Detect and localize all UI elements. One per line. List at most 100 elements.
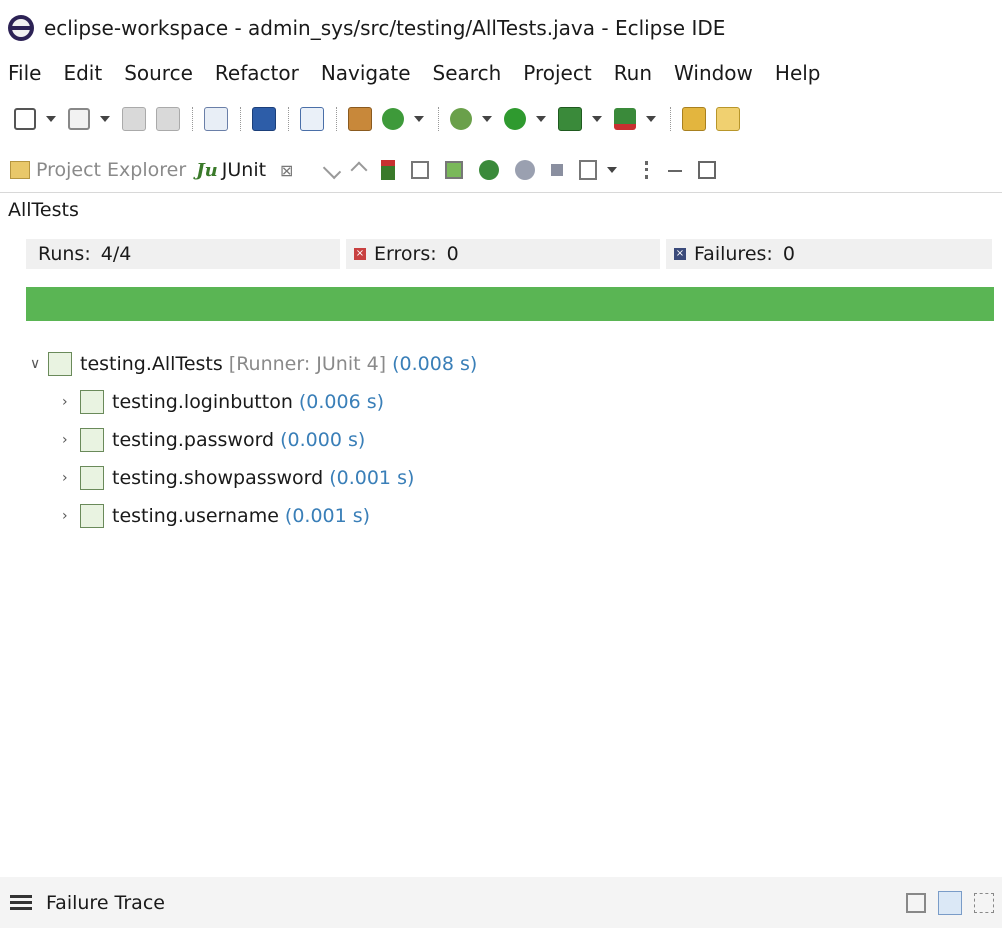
node-duration: (0.006 s) [298,391,385,413]
tree-node[interactable]: › testing.password (0.000 s) [30,421,1002,459]
error-icon: × [354,248,366,260]
open-type-icon[interactable] [716,107,740,131]
chevron-right-icon[interactable]: › [62,470,80,486]
menu-window[interactable]: Window [674,61,753,85]
node-duration: (0.001 s) [329,467,415,489]
tab-project-explorer-label: Project Explorer [36,159,187,181]
tab-junit-label: JUnit [221,159,267,181]
filter-stack-trace-icon[interactable] [938,890,962,915]
maximize-icon[interactable] [698,161,717,179]
skip-breakpoints-icon[interactable] [300,107,324,131]
junit-icon: Ju [196,159,218,181]
node-name: testing.loginbutton [112,391,293,413]
failures-value: 0 [782,243,795,265]
toolbar-separator [192,107,194,131]
progress-fill [26,287,994,321]
toolbar-separator [240,107,242,131]
toolbar-separator [438,107,440,131]
new-project-icon[interactable] [68,108,90,130]
test-counters: Runs: 4/4 × Errors: 0 × Failures: 0 [0,235,1002,273]
errors-label: Errors: [374,243,437,265]
tree-node[interactable]: › testing.loginbutton (0.006 s) [30,383,1002,421]
menu-help[interactable]: Help [775,61,821,85]
runs-label: Runs: [38,243,91,265]
node-duration: (0.000 s) [280,429,366,451]
test-suite-success-icon [48,352,72,376]
debug-dropdown-icon[interactable] [482,116,492,122]
test-suite-success-icon [80,466,104,490]
new-class-dropdown-icon[interactable] [414,116,424,122]
external-tools-dropdown-icon[interactable] [646,116,656,122]
failures-counter: × Failures: 0 [666,239,992,269]
next-failure-icon[interactable] [323,160,342,180]
failure-trace-icon [10,894,32,911]
coverage-dropdown-icon[interactable] [592,116,602,122]
show-skipped-tests-icon[interactable] [445,161,464,179]
new-file-icon[interactable] [14,108,36,130]
tree-node[interactable]: › testing.showpassword (0.001 s) [30,459,1002,497]
run-icon[interactable] [504,108,526,130]
node-name: testing.showpassword [112,467,324,489]
runs-value: 4/4 [100,243,132,265]
copy-trace-icon[interactable] [974,892,994,913]
tree-node-root[interactable]: ∨ testing.AllTests [Runner: JUnit 4] (0.… [30,345,1002,383]
binary-file-icon[interactable] [204,107,228,131]
stop-icon[interactable] [551,164,564,176]
title-bar: eclipse-workspace - admin_sys/src/testin… [0,0,1002,56]
node-name: testing.username [112,505,279,527]
root-runner: [Runner: JUnit 4] [228,353,387,375]
chevron-right-icon[interactable]: › [62,508,80,524]
toolbar-separator [670,107,672,131]
open-folder-icon[interactable] [682,107,706,131]
close-tab-icon[interactable]: ⊠ [280,161,293,180]
tree-node[interactable]: › testing.username (0.001 s) [30,497,1002,535]
test-progress-bar [26,287,994,321]
minimize-icon[interactable] [668,170,683,172]
menu-run[interactable]: Run [614,61,652,85]
new-dropdown-icon[interactable] [46,116,56,122]
debug-icon[interactable] [450,108,472,130]
toolbar-separator [336,107,338,131]
view-menu-icon[interactable] [645,161,652,179]
test-tree: ∨ testing.AllTests [Runner: JUnit 4] (0.… [0,345,1002,535]
new-class-icon[interactable] [382,108,404,130]
scroll-lock-icon[interactable] [411,161,430,179]
tab-junit[interactable]: Ju JUnit ⊠ [196,159,293,181]
test-suite-title: AllTests [8,199,79,221]
external-tools-icon[interactable] [614,108,636,130]
previous-failure-icon[interactable] [350,161,368,179]
test-suite-success-icon [80,390,104,414]
coverage-icon[interactable] [558,107,582,131]
save-icon[interactable] [122,107,146,131]
new-project-dropdown-icon[interactable] [100,116,110,122]
show-failures-only-icon[interactable] [381,160,396,180]
menu-navigate[interactable]: Navigate [321,61,411,85]
menu-file[interactable]: File [8,61,41,85]
menu-refactor[interactable]: Refactor [215,61,299,85]
new-package-icon[interactable] [348,107,372,131]
menu-edit[interactable]: Edit [63,61,102,85]
compare-results-icon[interactable] [906,892,926,913]
menu-bar: File Edit Source Refactor Navigate Searc… [0,56,1002,90]
test-run-history-icon[interactable] [579,160,598,180]
history-dropdown-icon[interactable] [607,167,618,173]
failure-trace-toolbar [894,890,994,915]
console-icon[interactable] [252,107,276,131]
menu-search[interactable]: Search [433,61,502,85]
run-dropdown-icon[interactable] [536,116,546,122]
chevron-right-icon[interactable]: › [62,394,80,410]
chevron-right-icon[interactable]: › [62,432,80,448]
rerun-test-icon[interactable] [479,160,500,180]
rerun-failed-first-icon[interactable] [515,160,536,180]
failure-icon: × [674,248,686,260]
window-title: eclipse-workspace - admin_sys/src/testin… [44,16,726,40]
tab-project-explorer[interactable]: Project Explorer [10,159,186,181]
root-duration: (0.008 s) [392,353,478,375]
test-suite-success-icon [80,428,104,452]
save-all-icon[interactable] [156,107,180,131]
menu-source[interactable]: Source [124,61,193,85]
menu-project[interactable]: Project [523,61,591,85]
failure-trace-header: Failure Trace [0,877,1002,928]
chevron-down-icon[interactable]: ∨ [30,356,48,372]
node-duration: (0.001 s) [284,505,371,527]
